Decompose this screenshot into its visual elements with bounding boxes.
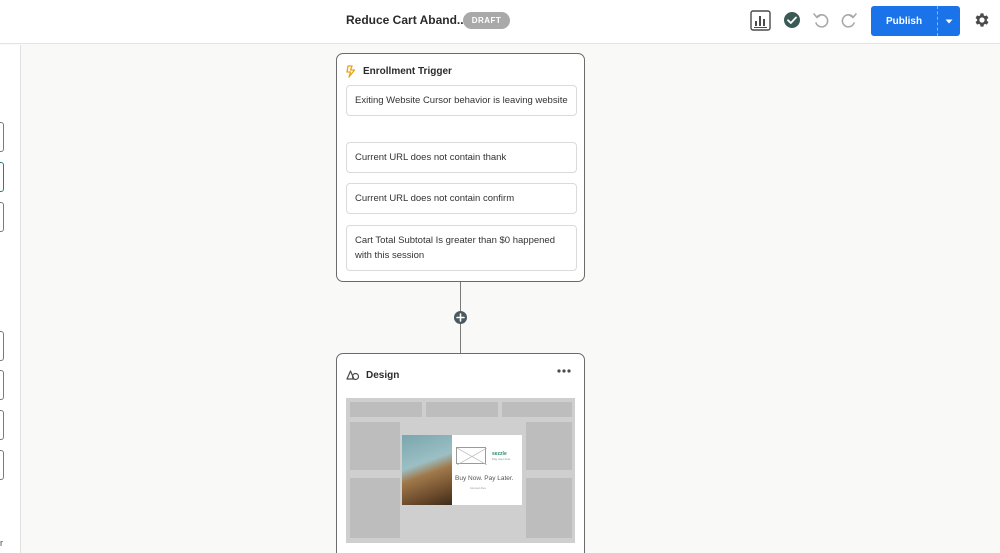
left-panel-item[interactable]	[0, 162, 4, 192]
report-button[interactable]	[750, 10, 771, 31]
enrollment-trigger-card[interactable]: Enrollment Trigger Exiting Website Curso…	[336, 53, 585, 282]
trigger-condition[interactable]: Cart Total Subtotal Is greater than $0 h…	[346, 225, 577, 271]
design-preview[interactable]: sezzle Pay over time Buy Now. Pay Later.…	[346, 398, 575, 543]
left-panel-item[interactable]	[0, 410, 4, 440]
left-panel-item[interactable]	[0, 202, 4, 232]
design-card-title: Design	[366, 369, 400, 381]
preview-placeholder	[350, 402, 422, 417]
trigger-condition[interactable]: Exiting Website Cursor behavior is leavi…	[346, 85, 577, 116]
left-panel-item[interactable]	[0, 122, 4, 152]
left-panel-item[interactable]	[0, 370, 4, 400]
popup-body: sezzle Pay over time Buy Now. Pay Later.…	[452, 435, 522, 505]
left-panel	[0, 45, 21, 553]
preview-placeholder	[350, 422, 400, 470]
design-card[interactable]: Design sezzle Pay over time Buy Now. Pay…	[336, 353, 585, 553]
trigger-card-header: Enrollment Trigger	[346, 63, 452, 79]
popup-photo	[402, 435, 452, 505]
publish-button[interactable]: Publish	[871, 6, 937, 36]
image-placeholder-icon	[456, 447, 488, 466]
trigger-card-title: Enrollment Trigger	[363, 65, 452, 77]
design-more-button[interactable]	[556, 366, 572, 376]
undo-button[interactable]	[812, 10, 830, 30]
preview-placeholder	[426, 402, 498, 417]
more-horizontal-icon	[557, 369, 571, 373]
popup-subtext: interest-free	[470, 486, 487, 490]
gear-icon	[975, 13, 989, 27]
undo-icon	[813, 13, 829, 28]
publish-options-button[interactable]	[938, 6, 960, 36]
redo-button[interactable]	[840, 10, 858, 30]
preview-placeholder	[350, 478, 400, 538]
settings-button[interactable]	[972, 10, 992, 30]
report-icon	[750, 10, 771, 31]
status-badge: DRAFT	[463, 12, 510, 29]
left-panel-footer-text: r	[0, 538, 3, 548]
add-step-button[interactable]	[454, 311, 467, 324]
shapes-icon	[346, 370, 360, 381]
trigger-icon	[346, 64, 356, 78]
preview-placeholder	[526, 478, 572, 538]
page-title[interactable]: Reduce Cart Aband...	[346, 13, 467, 27]
trigger-condition[interactable]: Current URL does not contain confirm	[346, 183, 577, 214]
trigger-condition[interactable]: Current URL does not contain thank	[346, 142, 577, 173]
left-panel-item[interactable]	[0, 450, 4, 480]
left-panel-item[interactable]	[0, 331, 4, 361]
publish-button-group: Publish	[871, 6, 960, 36]
top-bar: Reduce Cart Aband... DRAFT Publish	[0, 0, 1000, 44]
check-circle-icon	[784, 12, 800, 28]
redo-icon	[841, 13, 857, 28]
popup-headline: Buy Now. Pay Later.	[455, 475, 514, 482]
popup-tagline: Pay over time	[492, 457, 511, 461]
preview-placeholder	[526, 422, 572, 470]
plus-icon	[456, 313, 465, 322]
caret-down-icon	[945, 19, 953, 23]
status-check-button[interactable]	[782, 10, 802, 30]
popup-preview: sezzle Pay over time Buy Now. Pay Later.…	[402, 435, 522, 505]
preview-placeholder	[502, 402, 572, 417]
design-card-header: Design	[346, 367, 399, 383]
